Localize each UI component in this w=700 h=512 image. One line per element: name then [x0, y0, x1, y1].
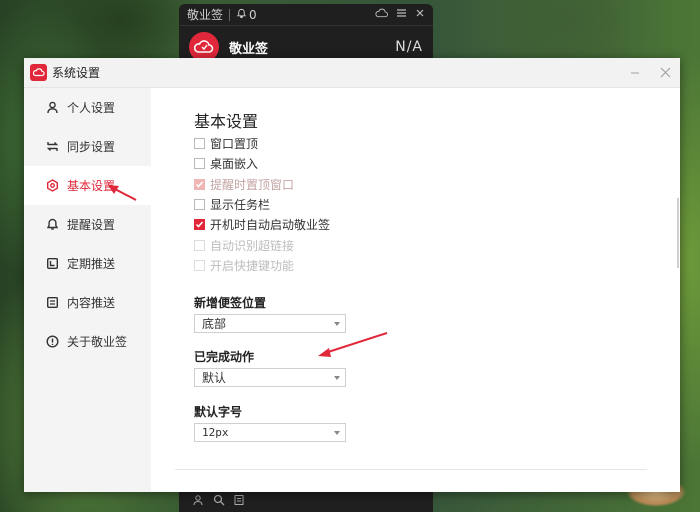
sidebar-item-scheduled-push[interactable]: 定期推送 [24, 244, 151, 283]
note-widget[interactable]: 敬业签 0 敬业签 N/A [179, 4, 433, 62]
sync-icon [45, 140, 59, 154]
option-window-top[interactable]: 窗口置顶 [194, 135, 258, 152]
widget-actions [375, 8, 425, 21]
sidebar-item-label: 提醒设置 [67, 218, 116, 232]
users-icon[interactable] [193, 494, 205, 509]
chevron-down-icon [334, 322, 340, 326]
settings-icon [45, 179, 59, 193]
widget-footer [179, 490, 433, 512]
option-label: 开启快捷键功能 [210, 259, 295, 273]
widget-toolbar: 敬业签 0 [179, 4, 433, 26]
sidebar-item-label: 个人设置 [67, 101, 116, 115]
title-bar[interactable]: 系统设置 [24, 58, 680, 88]
select-value: 12px [202, 426, 229, 439]
calendar-icon [45, 257, 59, 271]
widget-title: 敬业签 [187, 8, 224, 22]
close-button[interactable] [650, 58, 680, 88]
bell-count: 0 [249, 7, 257, 22]
close-icon[interactable] [415, 8, 425, 21]
option-label: 自动识别超链接 [210, 239, 295, 253]
cloud-icon[interactable] [375, 8, 388, 21]
window-controls [620, 58, 680, 88]
user-icon [45, 101, 59, 115]
sidebar-item-label: 基本设置 [67, 179, 116, 193]
menu-icon[interactable] [396, 8, 407, 21]
sidebar-item-personal[interactable]: 个人设置 [24, 88, 151, 127]
new-note-position-select[interactable]: 底部 [194, 314, 346, 333]
document-icon [45, 296, 59, 310]
app-logo-icon [30, 64, 47, 81]
widget-status: N/A [395, 39, 423, 55]
default-font-size-label: 默认字号 [194, 405, 243, 419]
checkbox[interactable] [194, 138, 205, 149]
minimize-button[interactable] [620, 58, 650, 88]
checkbox-disabled [194, 260, 205, 271]
option-reminder-top: 提醒时置顶窗口 [194, 176, 294, 193]
sidebar-item-about[interactable]: 关于敬业签 [24, 322, 151, 361]
sidebar-item-sync[interactable]: 同步设置 [24, 127, 151, 166]
checkbox[interactable] [194, 199, 205, 210]
window-title: 系统设置 [52, 66, 101, 80]
chevron-down-icon [334, 376, 340, 380]
option-label: 开机时自动启动敬业签 [210, 218, 331, 232]
sidebar-item-basic[interactable]: 基本设置 [24, 166, 151, 205]
option-auto-start[interactable]: 开机时自动启动敬业签 [194, 216, 330, 233]
search-icon[interactable] [213, 494, 225, 509]
bell-icon[interactable] [236, 8, 247, 22]
checkbox-checked[interactable] [194, 219, 205, 230]
divider [229, 8, 231, 21]
option-label: 提醒时置顶窗口 [210, 178, 295, 192]
sidebar-item-label: 同步设置 [67, 140, 116, 154]
chevron-down-icon [334, 431, 340, 435]
new-note-position-label: 新增便签位置 [194, 296, 267, 310]
sidebar-item-content-push[interactable]: 内容推送 [24, 283, 151, 322]
completed-action-select[interactable]: 默认 [194, 368, 346, 387]
checkbox-disabled-checked [194, 179, 205, 190]
option-hotkeys: 开启快捷键功能 [194, 257, 294, 274]
checkbox[interactable] [194, 158, 205, 169]
option-label: 显示任务栏 [210, 198, 271, 212]
widget-name: 敬业签 [229, 41, 269, 57]
note-icon[interactable] [233, 494, 245, 509]
select-value: 底部 [202, 317, 227, 331]
scrollbar[interactable] [677, 198, 679, 268]
section-title: 基本设置 [194, 112, 259, 131]
checkbox-disabled [194, 240, 205, 251]
info-icon [45, 335, 59, 349]
completed-action-label: 已完成动作 [194, 350, 255, 364]
settings-sidebar: 个人设置 同步设置 基本设置 提醒设置 定期推送 内容推送 关于敬业签 [24, 88, 151, 492]
select-value: 默认 [202, 371, 227, 385]
option-label: 窗口置顶 [210, 137, 259, 151]
sidebar-item-reminder[interactable]: 提醒设置 [24, 205, 151, 244]
default-font-size-select[interactable]: 12px [194, 423, 346, 442]
sidebar-item-label: 关于敬业签 [67, 335, 128, 349]
settings-content: 基本设置 窗口置顶 桌面嵌入 提醒时置顶窗口 显示任务栏 开机时自动启动敬业签 [151, 88, 680, 492]
option-show-taskbar[interactable]: 显示任务栏 [194, 196, 270, 213]
bell-icon [45, 218, 59, 232]
sidebar-item-label: 定期推送 [67, 257, 116, 271]
option-desktop-embed[interactable]: 桌面嵌入 [194, 155, 258, 172]
sidebar-item-label: 内容推送 [67, 296, 116, 310]
option-label: 桌面嵌入 [210, 157, 259, 171]
option-auto-link: 自动识别超链接 [194, 237, 294, 254]
settings-window: 系统设置 个人设置 同步设置 基本设置 提醒设置 定期推送 内容推送 关于敬业签… [24, 58, 680, 492]
divider [175, 469, 647, 470]
